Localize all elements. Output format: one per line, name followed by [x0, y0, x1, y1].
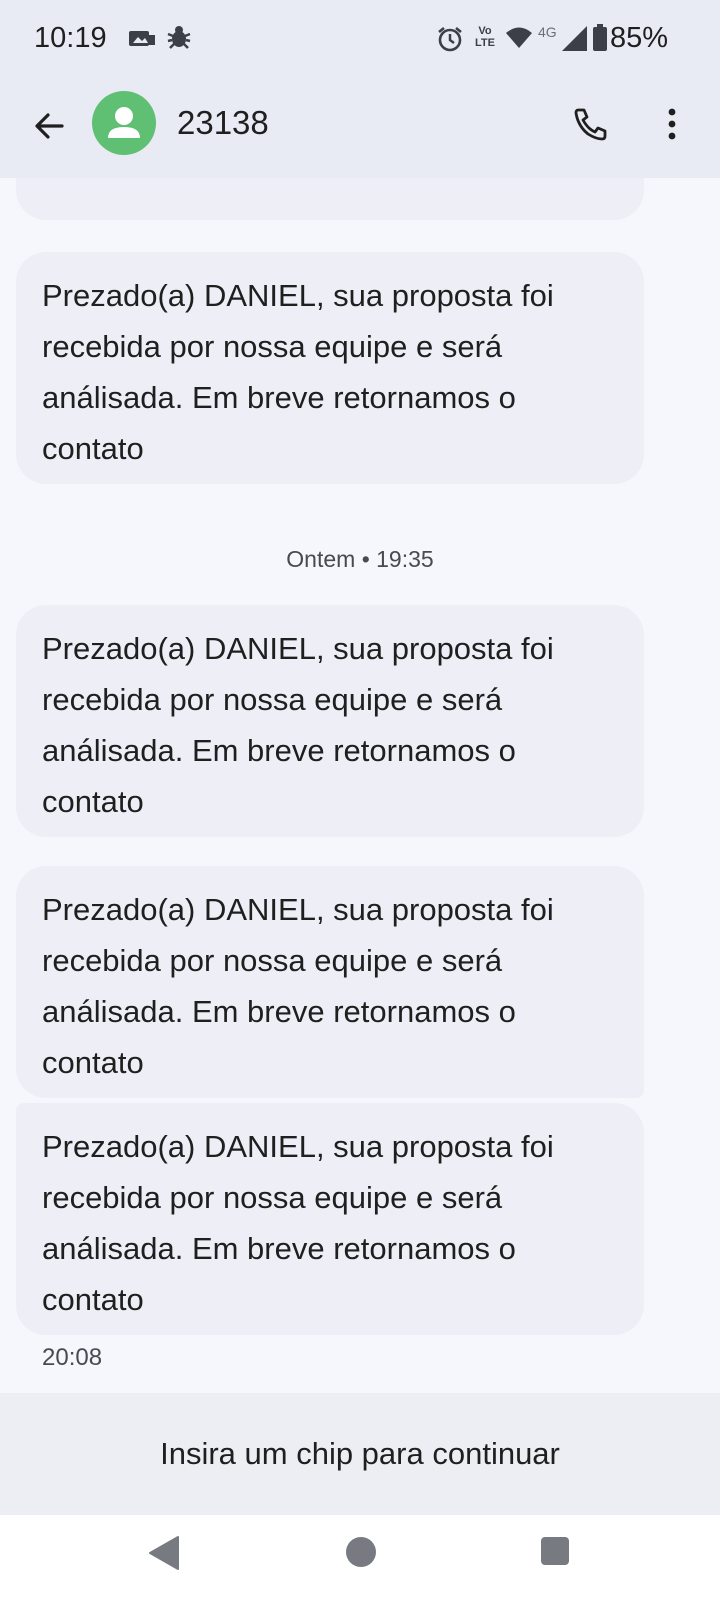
contact-name[interactable]: 23138: [177, 104, 269, 142]
more-vert-icon[interactable]: [650, 102, 694, 146]
message-line: análisada. Em breve retornamos o: [42, 994, 516, 1029]
message-line: Prezado(a) DANIEL, sua proposta foi: [42, 1129, 554, 1164]
bug-notification-icon: [167, 26, 191, 49]
message-line: recebida por nossa equipe e será: [42, 943, 503, 978]
message-line: Prezado(a) DANIEL, sua proposta foi: [42, 892, 554, 927]
message-line: análisada. Em breve retornamos o: [42, 733, 516, 768]
message-bubble[interactable]: contato: [16, 178, 644, 220]
nav-back-icon[interactable]: [148, 1535, 180, 1571]
message-timestamp: 20:08: [42, 1344, 103, 1371]
message-line: análisada. Em breve retornamos o: [42, 380, 516, 415]
message-line: contato: [42, 431, 144, 466]
alarm-icon: [438, 26, 462, 52]
back-arrow-icon[interactable]: [28, 104, 72, 148]
message-list[interactable]: contato Prezado(a) DANIEL, sua proposta …: [0, 178, 720, 1393]
contact-avatar-icon[interactable]: [92, 91, 156, 155]
message-bubble[interactable]: Prezado(a) DANIEL, sua proposta foi rece…: [16, 252, 644, 484]
message-line: recebida por nossa equipe e será: [42, 682, 503, 717]
message-bubble[interactable]: Prezado(a) DANIEL, sua proposta foi rece…: [16, 605, 644, 837]
message-line: Prezado(a) DANIEL, sua proposta foi: [42, 278, 554, 313]
date-separator: Ontem • 19:35: [286, 546, 434, 572]
message-line: Prezado(a) DANIEL, sua proposta foi: [42, 631, 554, 666]
status-time: 10:19: [34, 22, 107, 54]
battery-icon: [593, 24, 607, 51]
status-bar: 10:19 Vo LTE 4G 85%: [0, 0, 720, 80]
battery-percent: 85%: [610, 22, 669, 54]
message-line: contato: [42, 784, 144, 819]
message-line: recebida por nossa equipe e será: [42, 1180, 503, 1215]
message-line: contato: [42, 1045, 144, 1080]
nav-recents-icon[interactable]: [541, 1537, 569, 1565]
message-bubble[interactable]: Prezado(a) DANIEL, sua proposta foi rece…: [16, 1103, 644, 1335]
message-bubble[interactable]: Prezado(a) DANIEL, sua proposta foi rece…: [16, 866, 644, 1098]
volte-icon: Vo LTE: [472, 25, 498, 53]
conversation-header: 23138: [0, 80, 720, 178]
phone-icon[interactable]: [568, 102, 612, 146]
message-line: análisada. Em breve retornamos o: [42, 1231, 516, 1266]
insert-sim-notice: Insira um chip para continuar: [0, 1393, 720, 1515]
system-nav-bar: [0, 1515, 720, 1600]
volte-label-top: Vo: [478, 25, 492, 37]
volte-label-bottom: LTE: [475, 37, 495, 49]
nav-home-icon[interactable]: [346, 1537, 376, 1567]
signal-icon: [562, 26, 587, 51]
photo-notification-icon: [129, 31, 155, 46]
network-type-label: 4G: [538, 24, 557, 40]
wifi-icon: [506, 27, 532, 48]
message-line: recebida por nossa equipe e será: [42, 329, 503, 364]
message-line: contato: [42, 1282, 144, 1317]
